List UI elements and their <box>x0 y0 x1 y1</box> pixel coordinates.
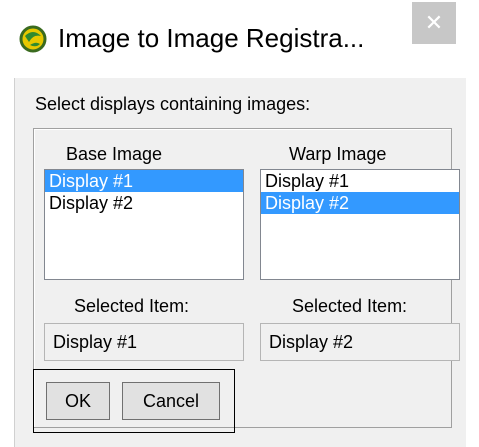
warp-selected-item-label: Selected Item: <box>292 296 408 316</box>
warp-list-item-display-2[interactable]: Display #2 <box>261 192 459 214</box>
dialog-body: Select displays containing images: Base … <box>14 78 466 447</box>
warp-image-list[interactable]: Display #1 Display #2 <box>260 169 460 280</box>
base-selected-item-field: Display #1 <box>44 323 244 361</box>
cancel-button[interactable]: Cancel <box>122 382 220 420</box>
warp-selected-item-field: Display #2 <box>260 323 460 361</box>
title-bar[interactable]: Image to Image Registra... ✕ <box>0 0 479 76</box>
base-image-label: Base Image <box>66 144 163 164</box>
base-image-list[interactable]: Display #1 Display #2 <box>44 169 244 280</box>
envi-globe-icon <box>19 25 47 53</box>
close-icon: ✕ <box>424 10 444 35</box>
warp-list-item-display-1[interactable]: Display #1 <box>261 170 459 192</box>
base-selected-item-label: Selected Item: <box>74 296 190 316</box>
button-group: OK Cancel <box>33 369 235 433</box>
instruction-label: Select displays containing images: <box>35 94 311 114</box>
warp-image-label: Warp Image <box>289 144 387 164</box>
base-list-item-display-2[interactable]: Display #2 <box>45 192 243 214</box>
registration-dialog: Image to Image Registra... ✕ Select disp… <box>0 0 479 447</box>
window-title: Image to Image Registra... <box>58 23 365 53</box>
close-button[interactable]: ✕ <box>412 2 456 44</box>
base-list-item-display-1[interactable]: Display #1 <box>45 170 243 192</box>
ok-button[interactable]: OK <box>46 382 110 420</box>
